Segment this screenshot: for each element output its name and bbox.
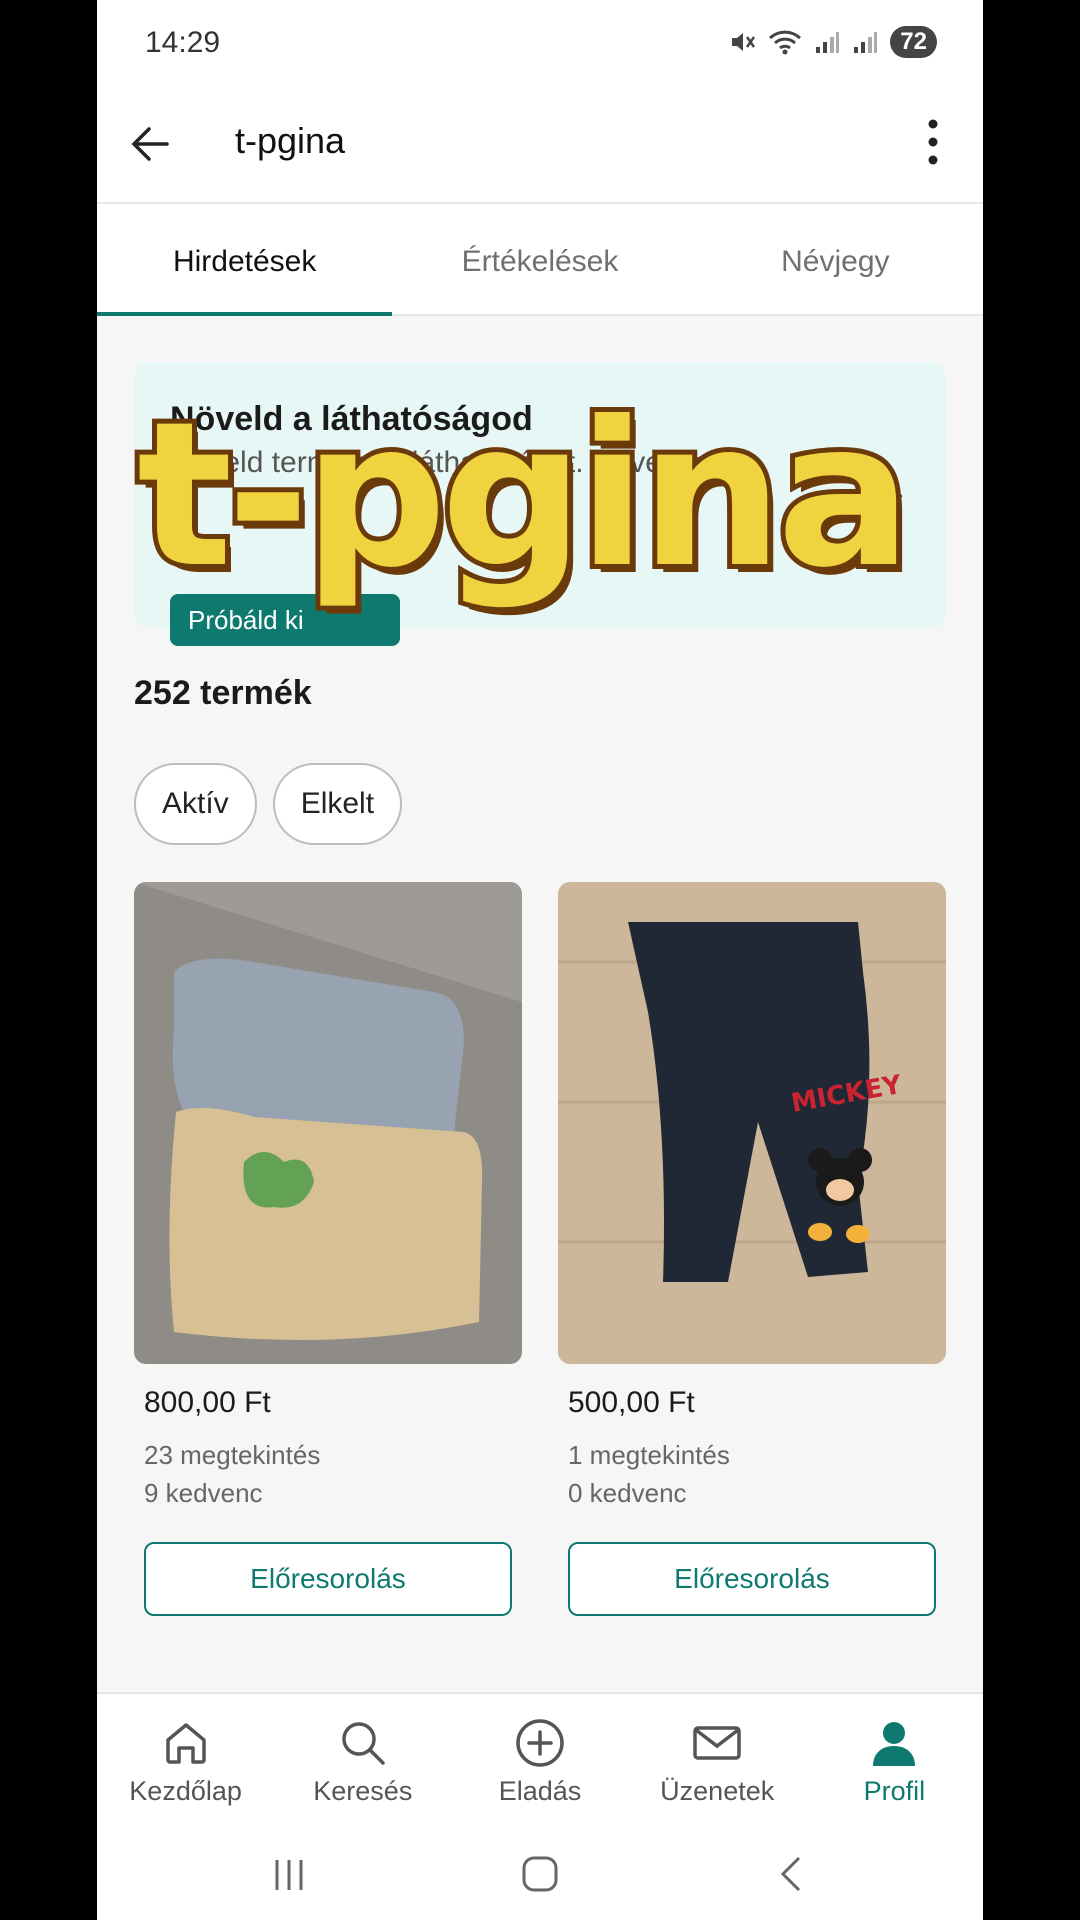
- battery-indicator: 72: [890, 26, 937, 58]
- nav-profile[interactable]: Profil: [806, 1694, 983, 1826]
- home-button-icon[interactable]: [520, 1854, 560, 1894]
- nav-messages[interactable]: Üzenetek: [629, 1694, 806, 1826]
- status-bar: 14:29 72: [97, 0, 983, 90]
- app-bar: t-pgina: [97, 90, 983, 204]
- signal-icon-2: [854, 32, 878, 53]
- product-views: 1 megtekintés: [568, 1440, 730, 1470]
- promote-button[interactable]: Előresorolás: [568, 1542, 936, 1616]
- nav-label: Üzenetek: [660, 1776, 775, 1806]
- tab-nevjegy[interactable]: Névjegy: [688, 204, 983, 314]
- home-icon: [165, 1723, 206, 1764]
- more-vert-icon[interactable]: [923, 112, 943, 172]
- tab-ertekelesek[interactable]: Értékelések: [392, 204, 687, 314]
- wifi-icon: [769, 30, 802, 55]
- mute-icon: [732, 33, 756, 51]
- product-price: 800,00 Ft: [144, 1386, 271, 1419]
- product-image-towels[interactable]: [134, 882, 522, 1364]
- nav-sell[interactable]: Eladás: [451, 1694, 628, 1826]
- listing-content: Növeld a láthatóságod Növeld termékeid l…: [97, 316, 983, 1691]
- profile-tabs: Hirdetések Értékelések Névjegy: [97, 204, 983, 316]
- filter-chip-elkelt[interactable]: Elkelt: [272, 763, 403, 845]
- status-time: 14:29: [145, 26, 221, 59]
- product-card[interactable]: 800,00 Ft 23 megtekintés 9 kedvenc Előre…: [134, 882, 522, 1616]
- back-button-icon[interactable]: [773, 1854, 813, 1894]
- nav-label: Keresés: [313, 1776, 413, 1806]
- plus-circle-icon: [516, 1719, 564, 1767]
- system-navigation: [97, 1826, 983, 1920]
- product-views: 23 megtekintés: [144, 1440, 321, 1470]
- promote-button[interactable]: Előresorolás: [144, 1542, 512, 1616]
- nav-search[interactable]: Keresés: [274, 1694, 451, 1826]
- search-icon: [342, 1722, 385, 1765]
- filter-chips: Aktív Elkelt: [134, 763, 403, 845]
- person-icon: [873, 1722, 916, 1766]
- nav-home[interactable]: Kezdőlap: [97, 1694, 274, 1826]
- products-count: 252 termék: [134, 674, 312, 712]
- status-icons: 72: [728, 26, 937, 58]
- filter-chip-aktiv[interactable]: Aktív: [134, 763, 257, 845]
- back-arrow-icon[interactable]: [123, 116, 179, 172]
- product-price: 500,00 Ft: [568, 1386, 695, 1419]
- mail-icon: [693, 1726, 741, 1760]
- product-favorites: 9 kedvenc: [144, 1478, 263, 1508]
- signal-icon: [816, 32, 840, 53]
- phone-screen: 14:29 72 t-pgina Hirdetések Értékelések …: [97, 0, 983, 1920]
- product-card[interactable]: MICKEY 500,00 Ft 1 megtekintés 0 kedvenc…: [558, 882, 946, 1616]
- nav-label: Profil: [863, 1776, 926, 1806]
- overlay-watermark: t-pgina: [132, 379, 917, 612]
- nav-label: Kezdőlap: [129, 1776, 242, 1806]
- tab-hirdetesek[interactable]: Hirdetések: [97, 204, 393, 316]
- product-favorites: 0 kedvenc: [568, 1478, 687, 1508]
- nav-label: Eladás: [498, 1776, 582, 1806]
- recent-apps-icon[interactable]: [269, 1854, 309, 1894]
- bottom-navigation: Kezdőlap Keresés Eladás Üzenetek Profil: [97, 1692, 983, 1826]
- product-image-pants[interactable]: MICKEY: [558, 882, 946, 1364]
- page-title: t-pgina: [235, 120, 346, 161]
